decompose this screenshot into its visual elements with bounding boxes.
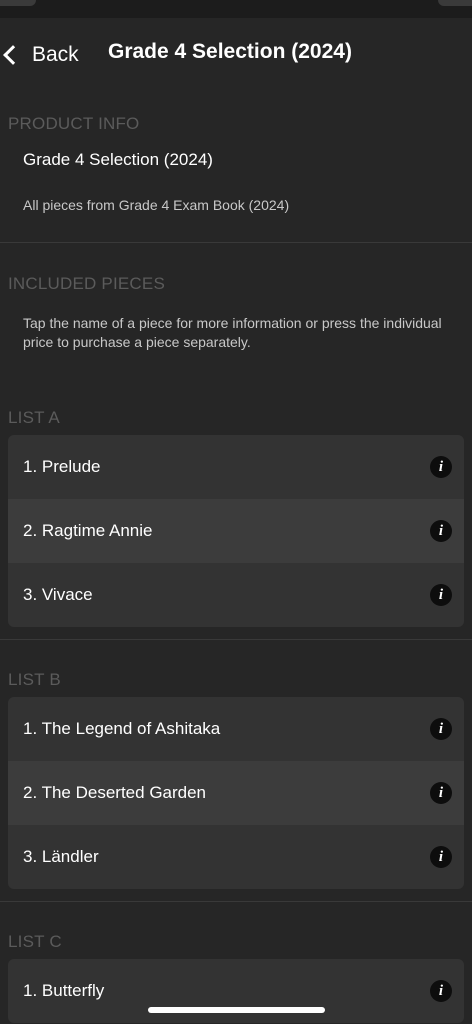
list-a: 1. Prelude i 2. Ragtime Annie i 3. Vivac… [8, 435, 464, 627]
list-heading-a: LIST A [8, 408, 60, 427]
piece-row[interactable]: 1. The Legend of Ashitaka i [8, 697, 464, 761]
piece-title: 2. Ragtime Annie [23, 521, 153, 540]
section-divider [0, 639, 472, 640]
back-button-label: Back [32, 43, 79, 66]
list-heading-b: LIST B [8, 670, 61, 689]
piece-title: 3. Ländler [23, 847, 99, 866]
piece-row[interactable]: 3. Ländler i [8, 825, 464, 889]
info-icon[interactable]: i [430, 782, 452, 804]
piece-row[interactable]: 2. The Deserted Garden i [8, 761, 464, 825]
chevron-left-icon [3, 45, 23, 65]
page-title: Grade 4 Selection (2024) [108, 40, 352, 63]
piece-row[interactable]: 2. Ragtime Annie i [8, 499, 464, 563]
info-icon[interactable]: i [430, 846, 452, 868]
navigation-bar: Back Grade 4 Selection (2024) [0, 18, 472, 90]
piece-title: 3. Vivace [23, 585, 93, 604]
home-indicator[interactable] [148, 1007, 325, 1013]
info-icon[interactable]: i [430, 520, 452, 542]
section-divider [0, 901, 472, 902]
partial-edge-right [438, 0, 472, 6]
top-partial-sheet [0, 0, 472, 18]
section-heading-included-pieces: INCLUDED PIECES [8, 274, 165, 293]
product-title: Grade 4 Selection (2024) [23, 150, 213, 169]
list-c: 1. Butterfly i [8, 959, 464, 1023]
list-b: 1. The Legend of Ashitaka i 2. The Deser… [8, 697, 464, 889]
piece-row[interactable]: 1. Prelude i [8, 435, 464, 499]
piece-title: 1. The Legend of Ashitaka [23, 719, 221, 738]
piece-row[interactable]: 1. Butterfly i [8, 959, 464, 1023]
back-button[interactable]: Back [0, 38, 79, 72]
list-heading-c: LIST C [8, 932, 62, 951]
info-icon[interactable]: i [430, 584, 452, 606]
partial-edge-left [0, 0, 36, 6]
section-heading-product-info: PRODUCT INFO [8, 114, 140, 133]
info-icon[interactable]: i [430, 456, 452, 478]
piece-title: 2. The Deserted Garden [23, 783, 207, 802]
piece-title: 1. Butterfly [23, 981, 105, 1000]
product-description: All pieces from Grade 4 Exam Book (2024) [23, 197, 290, 213]
section-divider [0, 242, 472, 243]
included-pieces-description: Tap the name of a piece for more informa… [23, 315, 442, 350]
info-icon[interactable]: i [430, 718, 452, 740]
info-icon[interactable]: i [430, 980, 452, 1002]
piece-title: 1. Prelude [23, 457, 101, 476]
piece-row[interactable]: 3. Vivace i [8, 563, 464, 627]
